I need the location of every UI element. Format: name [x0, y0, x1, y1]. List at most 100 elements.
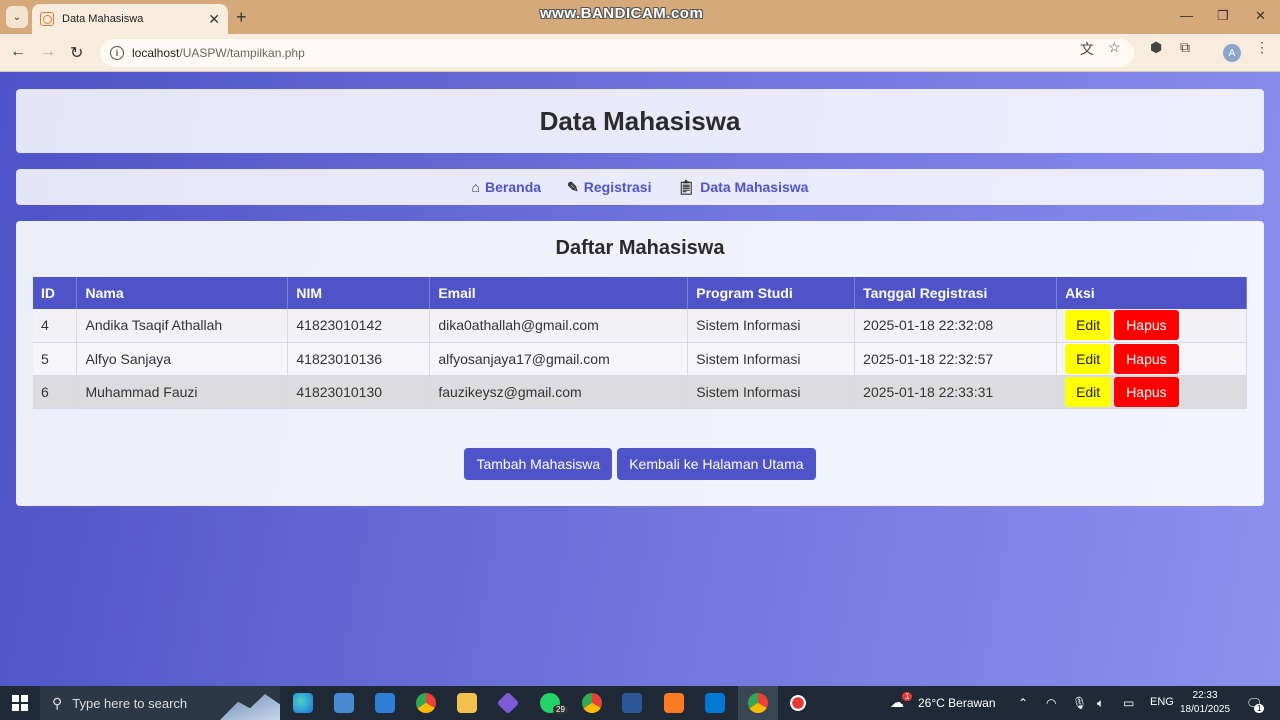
cell-id: 6: [33, 375, 78, 409]
taskbar-clock[interactable]: 22:33 18/01/2025: [1180, 689, 1230, 717]
weather-text[interactable]: 26°C Berawan: [918, 696, 996, 710]
xampp-icon[interactable]: [664, 693, 684, 713]
column-header: ID: [33, 277, 78, 309]
browser-titlebar: ⌄ Data Mahasiswa ✕ + www.BANDICAM.com — …: [0, 0, 1280, 34]
table-row: 5 Alfyo Sanjaya 41823010136 alfyosanjaya…: [33, 342, 1247, 376]
nav-item-beranda[interactable]: ⌂ Beranda: [472, 179, 542, 195]
address-url: localhost/UASPW/tampilkan.php: [132, 46, 305, 60]
mail-icon[interactable]: [375, 693, 395, 713]
edit-button[interactable]: Edit: [1065, 310, 1112, 341]
add-student-button[interactable]: Tambah Mahasiswa: [464, 448, 613, 480]
bandicam-record-icon[interactable]: [788, 693, 808, 713]
forward-icon[interactable]: →: [40, 43, 56, 61]
students-table: ID Nama NIM Email Program Studi Tanggal …: [33, 277, 1247, 409]
cell-prodi: Sistem Informasi: [687, 375, 856, 409]
cell-id: 4: [33, 309, 78, 343]
cell-aksi: Edit Hapus: [1056, 375, 1247, 409]
browser-toolbar: ← → ↻ i localhost/UASPW/tampilkan.php ⽂ …: [0, 34, 1280, 72]
tab-close-icon[interactable]: ✕: [208, 11, 220, 28]
copilot-icon[interactable]: [496, 691, 520, 715]
tab-search-button[interactable]: ⌄: [6, 6, 28, 28]
volume-icon[interactable]: 🔈︎: [1097, 696, 1104, 711]
chrome-active-icon[interactable]: [748, 693, 768, 713]
windows-taskbar: ⚲ Type here to search 29 ☁ 1 26°C Berawa…: [0, 686, 1280, 720]
address-bar[interactable]: i localhost/UASPW/tampilkan.php: [100, 39, 1134, 67]
cell-nama: Muhammad Fauzi: [76, 375, 289, 409]
chrome-profile-icon[interactable]: [582, 693, 602, 713]
table-row: 6 Muhammad Fauzi 41823010130 fauzikeysz@…: [33, 375, 1247, 409]
cell-tanggal: 2025-01-18 22:32:08: [854, 309, 1058, 343]
column-header: NIM: [287, 277, 431, 309]
search-highlight-image: [220, 694, 280, 720]
search-placeholder: Type here to search: [72, 695, 188, 711]
close-window-icon[interactable]: ✕: [1255, 8, 1266, 24]
bandicam-watermark: www.BANDICAM.com: [540, 5, 704, 22]
cell-email: dika0athallah@gmail.com: [429, 309, 689, 343]
reload-icon[interactable]: ↻: [70, 43, 83, 63]
back-home-button[interactable]: Kembali ke Halaman Utama: [617, 448, 816, 480]
table-row: 4 Andika Tsaqif Athallah 41823010142 dik…: [33, 309, 1247, 343]
browser-tab[interactable]: Data Mahasiswa ✕: [32, 4, 228, 34]
cell-email: alfyosanjaya17@gmail.com: [429, 342, 689, 376]
delete-button[interactable]: Hapus: [1114, 343, 1179, 374]
edit-button[interactable]: Edit: [1065, 343, 1112, 374]
cell-aksi: Edit Hapus: [1056, 342, 1247, 376]
action-buttons: Tambah Mahasiswa Kembali ke Halaman Utam…: [16, 448, 1264, 480]
edit-button[interactable]: Edit: [1065, 376, 1112, 407]
menu-kebab-icon[interactable]: ⋮: [1255, 39, 1269, 56]
page-body: Data Mahasiswa ⌂ Beranda ✎ Registrasi 📋︎…: [0, 72, 1280, 686]
microphone-icon[interactable]: 🎙︎: [1072, 696, 1087, 710]
chrome-icon[interactable]: [416, 693, 436, 713]
file-explorer-icon[interactable]: [457, 693, 477, 713]
cell-nama: Alfyo Sanjaya: [76, 342, 289, 376]
cell-email: fauzikeysz@gmail.com: [429, 375, 689, 409]
taskbar-search[interactable]: ⚲ Type here to search: [40, 686, 280, 720]
cell-prodi: Sistem Informasi: [687, 309, 856, 343]
language-indicator[interactable]: ENG: [1150, 696, 1174, 708]
windows-start-icon[interactable]: [12, 695, 28, 711]
notification-badge: 1: [1254, 704, 1265, 713]
vscode-icon[interactable]: [705, 693, 725, 713]
delete-button[interactable]: Hapus: [1114, 376, 1179, 407]
edge-icon[interactable]: [293, 693, 313, 713]
cell-nama: Andika Tsaqif Athallah: [76, 309, 289, 343]
xampp-favicon-icon: [40, 12, 54, 26]
main-nav: ⌂ Beranda ✎ Registrasi 📋︎ Data Mahasiswa: [16, 169, 1264, 205]
bookmark-star-icon[interactable]: ☆: [1108, 39, 1121, 56]
store-icon[interactable]: [334, 693, 354, 713]
cell-tanggal: 2025-01-18 22:32:57: [854, 342, 1058, 376]
extension-shield-icon[interactable]: ⬢: [1150, 39, 1162, 56]
cell-prodi: Sistem Informasi: [687, 342, 856, 376]
site-info-icon[interactable]: i: [110, 46, 124, 60]
cell-nim: 41823010142: [287, 309, 431, 343]
clock-date: 18/01/2025: [1180, 704, 1231, 715]
cell-id: 5: [33, 342, 78, 376]
new-tab-icon[interactable]: +: [236, 7, 247, 28]
nav-label: Data Mahasiswa: [700, 179, 809, 195]
nav-label: Beranda: [485, 179, 542, 195]
back-icon[interactable]: ←: [10, 43, 26, 61]
cell-tanggal: 2025-01-18 22:33:31: [854, 375, 1058, 409]
cell-nim: 41823010130: [287, 375, 431, 409]
battery-icon[interactable]: ▭: [1123, 696, 1134, 710]
delete-button[interactable]: Hapus: [1114, 310, 1179, 341]
column-header: Tanggal Registrasi: [854, 277, 1058, 309]
whatsapp-badge: 29: [553, 705, 568, 714]
profile-avatar[interactable]: A: [1223, 44, 1241, 62]
column-header: Email: [429, 277, 689, 309]
table-header-row: ID Nama NIM Email Program Studi Tanggal …: [33, 277, 1247, 309]
nav-item-registrasi[interactable]: ✎ Registrasi: [567, 179, 651, 196]
chevron-up-icon[interactable]: ⌃: [1018, 696, 1028, 710]
nav-label: Registrasi: [583, 179, 652, 195]
minimize-icon[interactable]: —: [1180, 8, 1193, 23]
word-icon[interactable]: [622, 693, 642, 713]
maximize-icon[interactable]: ❐: [1217, 8, 1229, 24]
column-header: Nama: [76, 277, 289, 309]
extensions-puzzle-icon[interactable]: ⧉: [1180, 39, 1190, 56]
translate-icon[interactable]: ⽂: [1080, 39, 1094, 59]
nav-item-data-mahasiswa[interactable]: 📋︎ Data Mahasiswa: [677, 179, 808, 196]
tab-title: Data Mahasiswa: [62, 13, 144, 25]
clipboard-icon: 📋︎: [677, 178, 696, 195]
wifi-icon[interactable]: ◠: [1046, 696, 1056, 710]
cell-nim: 41823010136: [287, 342, 431, 376]
